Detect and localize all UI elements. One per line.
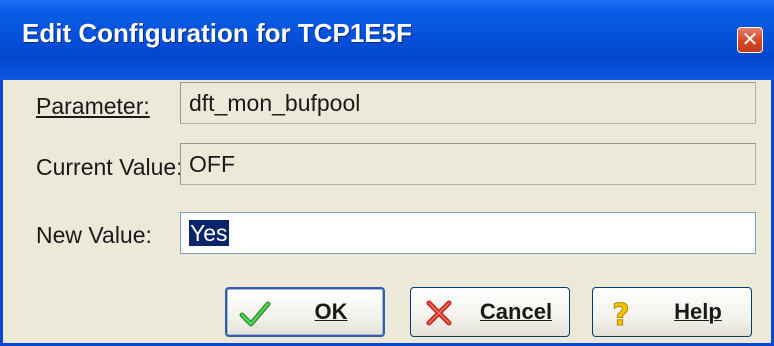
- current-value-field: OFF: [180, 143, 756, 185]
- current-value-label: Current Value:: [36, 154, 183, 180]
- new-value-label: New Value:: [36, 222, 152, 248]
- ok-button-label: OK: [314, 299, 348, 324]
- new-value-input[interactable]: Yes: [180, 212, 756, 254]
- cancel-button-label: Cancel: [479, 299, 553, 324]
- cancel-button[interactable]: Cancel: [410, 287, 570, 337]
- title-bar[interactable]: Edit Configuration for TCP1E5F ✕: [0, 0, 774, 80]
- parameter-label-text: Parameter:: [36, 93, 150, 119]
- parameter-label: Parameter:: [36, 93, 150, 120]
- help-button[interactable]: ? Help: [592, 287, 752, 337]
- close-icon: ✕: [741, 27, 759, 51]
- dialog-title: Edit Configuration for TCP1E5F: [22, 18, 412, 48]
- close-button[interactable]: ✕: [737, 27, 763, 53]
- current-value-value: OFF: [189, 151, 235, 177]
- edit-configuration-dialog: Edit Configuration for TCP1E5F ✕ Paramet…: [0, 0, 774, 346]
- ok-button[interactable]: OK: [225, 287, 385, 337]
- parameter-value: dft_mon_bufpool: [189, 90, 361, 116]
- parameter-field: dft_mon_bufpool: [180, 82, 756, 124]
- help-button-label: Help: [674, 299, 722, 324]
- new-value-selected-text: Yes: [189, 220, 229, 246]
